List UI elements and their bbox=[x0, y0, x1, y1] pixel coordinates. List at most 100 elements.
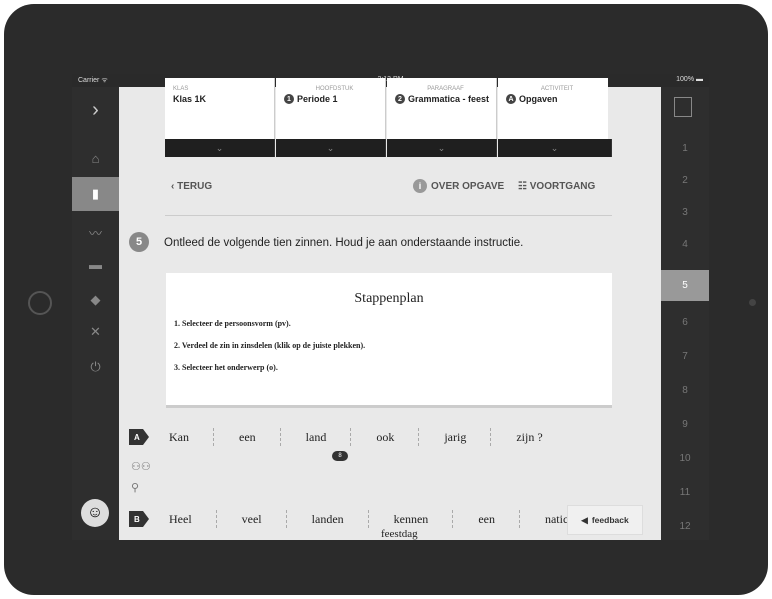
hoofdstuk-dropdown-button[interactable]: ⌄ bbox=[276, 139, 386, 157]
sidebar-item-home[interactable]: ⌂ bbox=[72, 141, 119, 175]
sidebar-item-chart[interactable]: 〰 bbox=[72, 215, 119, 249]
book-icon: ▮ bbox=[91, 186, 100, 201]
step-1: 1. Selecteer de persoonsvorm (pv). bbox=[174, 319, 291, 328]
chevron-down-icon: ⌄ bbox=[326, 142, 335, 153]
word[interactable]: Heel bbox=[163, 512, 198, 527]
question-nav-7[interactable]: 7 bbox=[661, 341, 709, 372]
word[interactable]: een bbox=[233, 430, 262, 445]
question-nav-6[interactable]: 6 bbox=[661, 307, 709, 338]
activiteit-badge: A bbox=[506, 94, 516, 104]
word[interactable]: ook bbox=[370, 430, 400, 445]
question-number: 5 bbox=[129, 232, 149, 252]
nav-hoofdstuk-label: HOOFDSTUK bbox=[315, 86, 354, 92]
avatar-icon: ☺ bbox=[86, 504, 104, 521]
sentence-b: B Heel veel landen kennen een natic bbox=[129, 509, 574, 529]
avatar[interactable]: ☺ bbox=[81, 499, 109, 527]
word[interactable]: land bbox=[300, 430, 333, 445]
chart-icon: 〰 bbox=[88, 225, 102, 241]
hoofdstuk-badge: 1 bbox=[284, 94, 294, 104]
split-point[interactable] bbox=[350, 428, 352, 446]
power-icon: ⏻ bbox=[90, 359, 101, 374]
chevron-down-icon: ⌄ bbox=[215, 142, 224, 153]
split-point[interactable] bbox=[452, 510, 454, 528]
main-content: KLAS Klas 1K HOOFDSTUK 1 Periode 1 PARAGR… bbox=[119, 78, 661, 540]
sidebar-item-tools[interactable]: ✕ bbox=[72, 315, 119, 349]
nav-paragraaf[interactable]: PARAGRAAF 2 Grammatica - feest bbox=[387, 78, 497, 139]
question-nav-1[interactable]: 1 bbox=[661, 133, 709, 164]
battery-indicator: 100% ▬ bbox=[676, 76, 703, 83]
nav-hoofdstuk[interactable]: HOOFDSTUK 1 Periode 1 bbox=[276, 78, 386, 139]
feedback-label: feedback bbox=[591, 515, 629, 525]
navigation-columns: KLAS Klas 1K HOOFDSTUK 1 Periode 1 PARAGR… bbox=[165, 78, 612, 163]
palette-icon: ◆ bbox=[90, 292, 101, 307]
overflow-word: feestdag bbox=[381, 528, 418, 540]
question-nav-9[interactable]: 9 bbox=[661, 409, 709, 440]
klas-dropdown-button[interactable]: ⌄ bbox=[165, 139, 275, 157]
nav-hoofdstuk-value: Periode 1 bbox=[297, 94, 338, 104]
chevron-down-icon: ⌄ bbox=[550, 142, 559, 153]
home-icon: ⌂ bbox=[91, 150, 100, 166]
word[interactable]: zijn ? bbox=[510, 430, 548, 445]
nav-paragraaf-value: Grammatica - feest bbox=[408, 94, 490, 104]
sidebar-item-book[interactable]: ▮ bbox=[72, 177, 119, 211]
step-2: 2. Verdeel de zin in zinsdelen (klik op … bbox=[174, 341, 366, 350]
question-nav-3[interactable]: 3 bbox=[661, 197, 709, 228]
split-point[interactable] bbox=[279, 428, 282, 446]
split-point[interactable] bbox=[213, 428, 215, 446]
split-marker[interactable]: 8 bbox=[332, 451, 348, 461]
split-point[interactable] bbox=[518, 510, 521, 528]
book-icon[interactable] bbox=[674, 97, 692, 117]
word[interactable]: landen bbox=[306, 512, 350, 527]
home-button[interactable] bbox=[28, 291, 52, 315]
screen: Carrier ᯤ 2:13 PM 100% ▬ › ⌂ ▮ 〰 ▬ ◆ ✕ ⏻… bbox=[72, 74, 709, 540]
sidebar-item-palette[interactable]: ◆ bbox=[72, 283, 119, 317]
sidebar-item-cards[interactable]: ▬ bbox=[72, 247, 119, 281]
word[interactable]: Kan bbox=[163, 430, 195, 445]
sidebar: › ⌂ ▮ 〰 ▬ ◆ ✕ ⏻ ☺ bbox=[72, 87, 119, 540]
chevron-right-icon: › bbox=[92, 98, 99, 121]
cards-icon: ▬ bbox=[89, 256, 102, 272]
back-button[interactable]: ‹ TERUG bbox=[171, 181, 212, 192]
question-nav-5[interactable]: 5 bbox=[661, 270, 709, 301]
split-point[interactable] bbox=[215, 510, 218, 528]
over-opgave-label: OVER OPGAVE bbox=[431, 180, 505, 192]
paragraaf-dropdown-button[interactable]: ⌄ bbox=[387, 139, 497, 157]
hint-bulb-icon[interactable]: ⚲ bbox=[131, 481, 139, 494]
question-nav-4[interactable]: 4 bbox=[661, 229, 709, 260]
question-nav-2[interactable]: 2 bbox=[661, 165, 709, 196]
info-icon: i bbox=[413, 179, 427, 193]
nav-activiteit-value: Opgaven bbox=[519, 94, 558, 104]
progress-sidebar: 1 2 3 4 5 6 7 8 9 10 11 12 bbox=[661, 87, 709, 540]
nav-activiteit-label: ACTIVITEIT bbox=[540, 86, 574, 92]
word[interactable]: veel bbox=[236, 512, 268, 527]
word[interactable]: jarig bbox=[438, 430, 472, 445]
split-point[interactable] bbox=[418, 428, 420, 446]
split-point[interactable] bbox=[367, 510, 370, 528]
feedback-button[interactable]: ◀ feedback bbox=[567, 505, 643, 535]
over-opgave-button[interactable]: i OVER OPGAVE bbox=[413, 179, 504, 193]
stappenplan-title: Stappenplan bbox=[354, 291, 424, 306]
split-point[interactable] bbox=[285, 510, 288, 528]
sidebar-item-logout[interactable]: ⏻ bbox=[72, 350, 119, 384]
tools-icon: ✕ bbox=[90, 324, 101, 339]
expand-sidebar-button[interactable]: › bbox=[72, 93, 119, 127]
group-icon[interactable]: ⚇⚇ bbox=[131, 460, 151, 473]
nav-klas[interactable]: KLAS Klas 1K bbox=[165, 78, 275, 139]
chevron-down-icon: ⌄ bbox=[437, 142, 446, 153]
question-nav-11[interactable]: 11 bbox=[661, 477, 709, 508]
question-text: Ontleed de volgende tien zinnen. Houd je… bbox=[164, 237, 524, 249]
activiteit-dropdown-button[interactable]: ⌄ bbox=[498, 139, 612, 157]
nav-klas-label: KLAS bbox=[173, 86, 189, 92]
voortgang-button[interactable]: ☷ VOORTGANG bbox=[518, 181, 595, 192]
sentence-label: A bbox=[129, 429, 149, 445]
nav-paragraaf-label: PARAGRAAF bbox=[427, 86, 464, 92]
word[interactable]: een bbox=[472, 512, 501, 527]
word[interactable]: kennen bbox=[388, 512, 435, 527]
camera bbox=[749, 299, 756, 306]
nav-activiteit[interactable]: ACTIVITEIT A Opgaven bbox=[498, 78, 608, 139]
question-nav-10[interactable]: 10 bbox=[661, 443, 709, 474]
split-point[interactable] bbox=[490, 428, 492, 446]
question-nav-8[interactable]: 8 bbox=[661, 375, 709, 406]
question-nav-12[interactable]: 12 bbox=[661, 511, 709, 540]
stappenplan-card: Stappenplan 1. Selecteer de persoonsvorm… bbox=[166, 273, 612, 408]
